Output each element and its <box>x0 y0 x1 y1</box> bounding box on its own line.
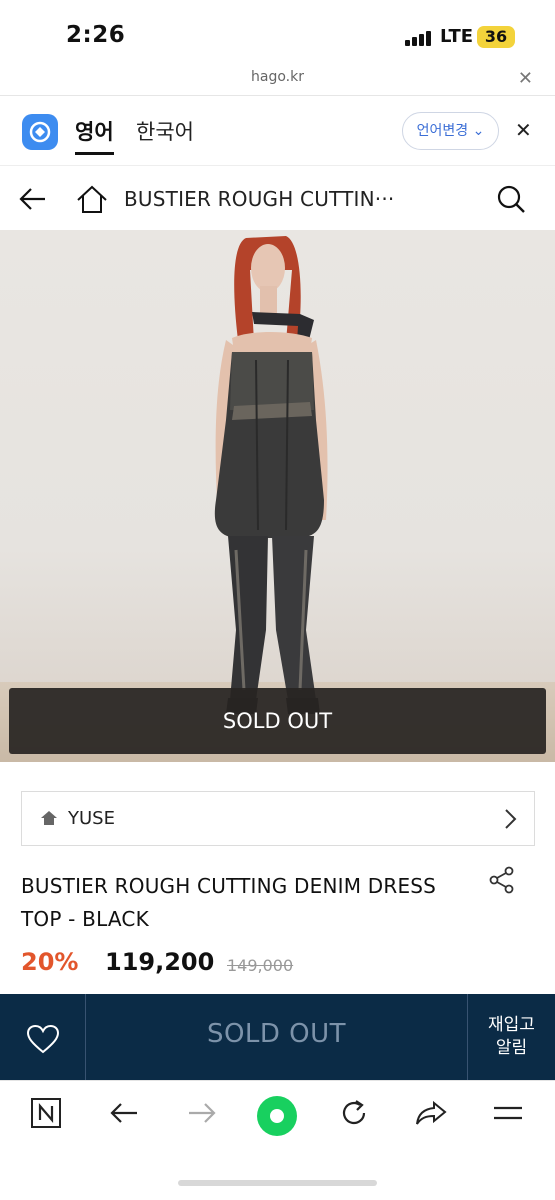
sold-out-overlay: SOLD OUT <box>9 688 546 754</box>
restock-alert-line2: 알림 <box>495 1038 528 1058</box>
brand-home-icon <box>40 810 58 830</box>
discount-rate: 20% <box>21 948 79 976</box>
chevron-down-icon: ⌄ <box>472 123 485 139</box>
back-arrow-icon[interactable] <box>18 184 48 218</box>
network-label: LTE <box>440 26 474 47</box>
green-dot-icon[interactable] <box>256 1095 298 1141</box>
search-icon[interactable] <box>496 184 526 218</box>
menu-icon[interactable] <box>492 1097 524 1133</box>
share-arrow-icon[interactable] <box>414 1097 448 1133</box>
chevron-right-icon <box>504 808 518 834</box>
signal-icon <box>405 30 431 46</box>
close-url-icon[interactable]: ✕ <box>518 68 533 89</box>
restock-alert-line1: 재입고 <box>488 1015 535 1035</box>
battery-icon: 36 <box>477 26 515 48</box>
original-price: 149,000 <box>227 956 294 975</box>
close-translate-icon[interactable]: ✕ <box>515 118 532 142</box>
home-icon[interactable] <box>76 184 108 218</box>
url-text: hago.kr <box>251 69 304 85</box>
forward-icon[interactable] <box>186 1097 218 1133</box>
page-header: BUSTIER ROUGH CUTTIN··· <box>0 166 555 230</box>
naver-n-icon[interactable] <box>30 1097 62 1133</box>
product-image[interactable] <box>0 230 555 762</box>
brand-link[interactable]: YUSE <box>21 791 535 846</box>
home-indicator <box>178 1180 377 1186</box>
url-bar[interactable]: hago.kr ✕ <box>0 62 555 96</box>
share-icon[interactable] <box>488 866 516 898</box>
change-language-label: 언어변경 <box>416 123 469 139</box>
translate-logo-icon <box>22 114 58 150</box>
back-icon[interactable] <box>108 1097 140 1133</box>
purchase-bar: SOLD OUT 재입고 알림 <box>0 994 555 1080</box>
restock-alert-button[interactable]: 재입고 알림 <box>467 994 555 1080</box>
change-language-button[interactable]: 언어변경 ⌄ <box>402 112 499 150</box>
sold-out-button[interactable]: SOLD OUT <box>86 994 467 1080</box>
translate-bar: 영어 한국어 언어변경 ⌄ ✕ <box>0 96 555 166</box>
status-bar: 2:26 LTE 36 <box>0 0 555 62</box>
model-figure <box>214 236 328 714</box>
wishlist-button[interactable] <box>0 994 86 1080</box>
product-title: BUSTIER ROUGH CUTTING DENIM DRESS TOP - … <box>21 874 437 931</box>
reload-icon[interactable] <box>338 1097 370 1133</box>
page-title: BUSTIER ROUGH CUTTIN··· <box>124 187 395 211</box>
clock: 2:26 <box>66 22 126 48</box>
sale-price: 119,200 <box>105 948 215 976</box>
brand-name: YUSE <box>68 808 115 829</box>
heart-icon <box>26 1024 60 1054</box>
lang-korean-tab[interactable]: 한국어 <box>136 116 194 146</box>
lang-english-tab[interactable]: 영어 <box>75 116 114 155</box>
